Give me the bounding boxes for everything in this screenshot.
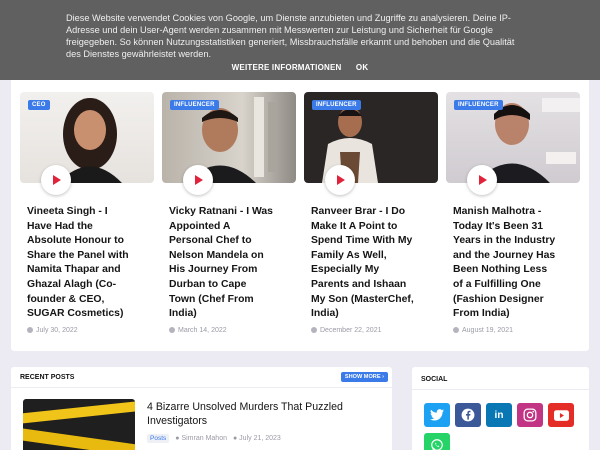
- clock-icon: [169, 327, 175, 334]
- play-icon[interactable]: [183, 165, 213, 195]
- featured-card[interactable]: INFLUENCER Manish Malhotra - Today It's …: [446, 92, 580, 334]
- divider: [412, 389, 589, 390]
- post-date: July 30, 2022: [20, 327, 154, 334]
- category-badge[interactable]: INFLUENCER: [170, 100, 219, 110]
- recent-posts-heading: RECENT POSTS: [20, 374, 75, 381]
- post-thumbnail[interactable]: INFLUENCER: [446, 92, 580, 183]
- post-title[interactable]: 4 Bizarre Unsolved Murders That Puzzled …: [147, 400, 367, 428]
- linkedin-icon[interactable]: in: [486, 403, 512, 427]
- show-more-button[interactable]: SHOW MORE ›: [340, 372, 388, 382]
- clock-icon: [27, 327, 33, 334]
- social-heading: SOCIAL: [421, 376, 448, 383]
- featured-posts: CEO Vineeta Singh - I Have Had the Absol…: [11, 80, 589, 351]
- cookie-ok-button[interactable]: OK: [356, 63, 368, 72]
- post-date: August 19, 2021: [446, 327, 580, 334]
- post-author: ● Simran Mahon: [175, 435, 227, 442]
- post-thumbnail[interactable]: INFLUENCER: [304, 92, 438, 183]
- category-badge[interactable]: INFLUENCER: [312, 100, 361, 110]
- post-title[interactable]: Vineeta Singh - I Have Had the Absolute …: [20, 205, 132, 322]
- post-date: March 14, 2022: [162, 327, 296, 334]
- post-thumbnail[interactable]: INFLUENCER: [162, 92, 296, 183]
- whatsapp-icon[interactable]: [424, 433, 450, 450]
- clock-icon: [453, 327, 459, 334]
- divider: [11, 387, 392, 388]
- post-thumbnail[interactable]: CEO: [20, 92, 154, 183]
- cookie-notice-text: Diese Website verwendet Cookies von Goog…: [66, 13, 515, 59]
- post-meta: Posts ● Simran Mahon ● July 21, 2023: [147, 434, 281, 443]
- play-icon[interactable]: [41, 165, 71, 195]
- post-title[interactable]: Vicky Ratnani - I Was Appointed A Person…: [162, 205, 274, 322]
- cookie-banner: Diese Website verwendet Cookies von Goog…: [0, 0, 600, 80]
- post-title[interactable]: Ranveer Brar - I Do Make It A Point to S…: [304, 205, 416, 322]
- play-icon[interactable]: [325, 165, 355, 195]
- category-badge[interactable]: INFLUENCER: [454, 100, 503, 110]
- post-thumbnail[interactable]: [23, 399, 135, 450]
- instagram-icon[interactable]: [517, 403, 543, 427]
- category-badge[interactable]: CEO: [28, 100, 50, 110]
- recent-posts-widget: RECENT POSTS SHOW MORE › 4 Bizarre Unsol…: [11, 367, 392, 450]
- twitter-icon[interactable]: [424, 403, 450, 427]
- featured-card[interactable]: INFLUENCER Vicky Ratnani - I Was Appoint…: [162, 92, 296, 334]
- clock-icon: [311, 327, 317, 334]
- featured-card[interactable]: INFLUENCER Ranveer Brar - I Do Make It A…: [304, 92, 438, 334]
- featured-card[interactable]: CEO Vineeta Singh - I Have Had the Absol…: [20, 92, 154, 334]
- more-info-link[interactable]: WEITERE INFORMATIONEN: [232, 63, 342, 72]
- facebook-icon[interactable]: [455, 403, 481, 427]
- post-tag[interactable]: Posts: [147, 434, 170, 443]
- social-widget: SOCIAL in: [412, 367, 589, 450]
- youtube-icon[interactable]: [548, 403, 574, 427]
- post-date: ● July 21, 2023: [232, 435, 281, 442]
- play-icon[interactable]: [467, 165, 497, 195]
- post-title[interactable]: Manish Malhotra - Today It's Been 31 Yea…: [446, 205, 558, 322]
- cookie-actions: WEITERE INFORMATIONEN OK: [0, 63, 600, 72]
- post-date: December 22, 2021: [304, 327, 438, 334]
